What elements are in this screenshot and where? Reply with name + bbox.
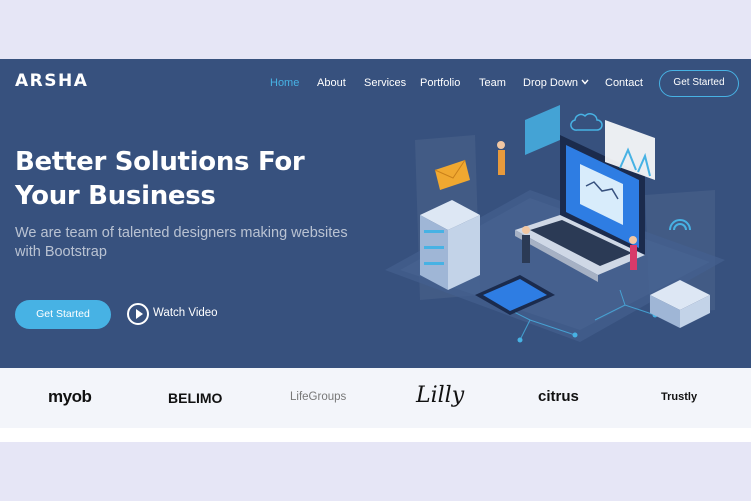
client-logo-lifegroups[interactable]: LifeGroups — [290, 391, 346, 403]
client-logo-myob[interactable]: myob — [48, 387, 92, 407]
hero-subtitle-line2: with Bootstrap — [15, 244, 107, 260]
chevron-down-icon — [581, 79, 589, 85]
clients-bar: myob BELIMO LifeGroups Lilly citrus Trus… — [0, 368, 751, 428]
nav-dropdown-label: Drop Down — [523, 77, 579, 89]
hero-get-started-button[interactable]: Get Started — [15, 300, 111, 329]
hero-illustration — [385, 105, 725, 343]
client-logo-belimo[interactable]: BELIMO — [168, 390, 222, 406]
main-nav: Home About Services Portfolio Team Drop … — [0, 77, 751, 91]
client-logo-citrus[interactable]: citrus — [538, 388, 579, 405]
hero-subtitle-line1: We are team of talented designers making… — [15, 225, 348, 241]
hero-title-line2: Your Business — [15, 181, 216, 211]
play-icon — [127, 303, 149, 325]
hero-title: Better Solutions For Your Business — [15, 145, 375, 213]
nav-portfolio[interactable]: Portfolio — [420, 77, 460, 89]
next-section-band — [0, 428, 751, 442]
nav-about[interactable]: About — [317, 77, 346, 89]
nav-services[interactable]: Services — [364, 77, 406, 89]
watch-video-label: Watch Video — [153, 307, 218, 319]
client-logo-lilly[interactable]: Lilly — [416, 383, 464, 408]
nav-dropdown[interactable]: Drop Down — [523, 77, 589, 89]
hero-subtitle: We are team of talented designers making… — [15, 224, 385, 262]
nav-team[interactable]: Team — [479, 77, 506, 89]
nav-home[interactable]: Home — [270, 77, 299, 89]
hero-title-line1: Better Solutions For — [15, 147, 305, 177]
nav-contact[interactable]: Contact — [605, 77, 643, 89]
client-logo-trustly[interactable]: Trustly — [661, 391, 697, 403]
